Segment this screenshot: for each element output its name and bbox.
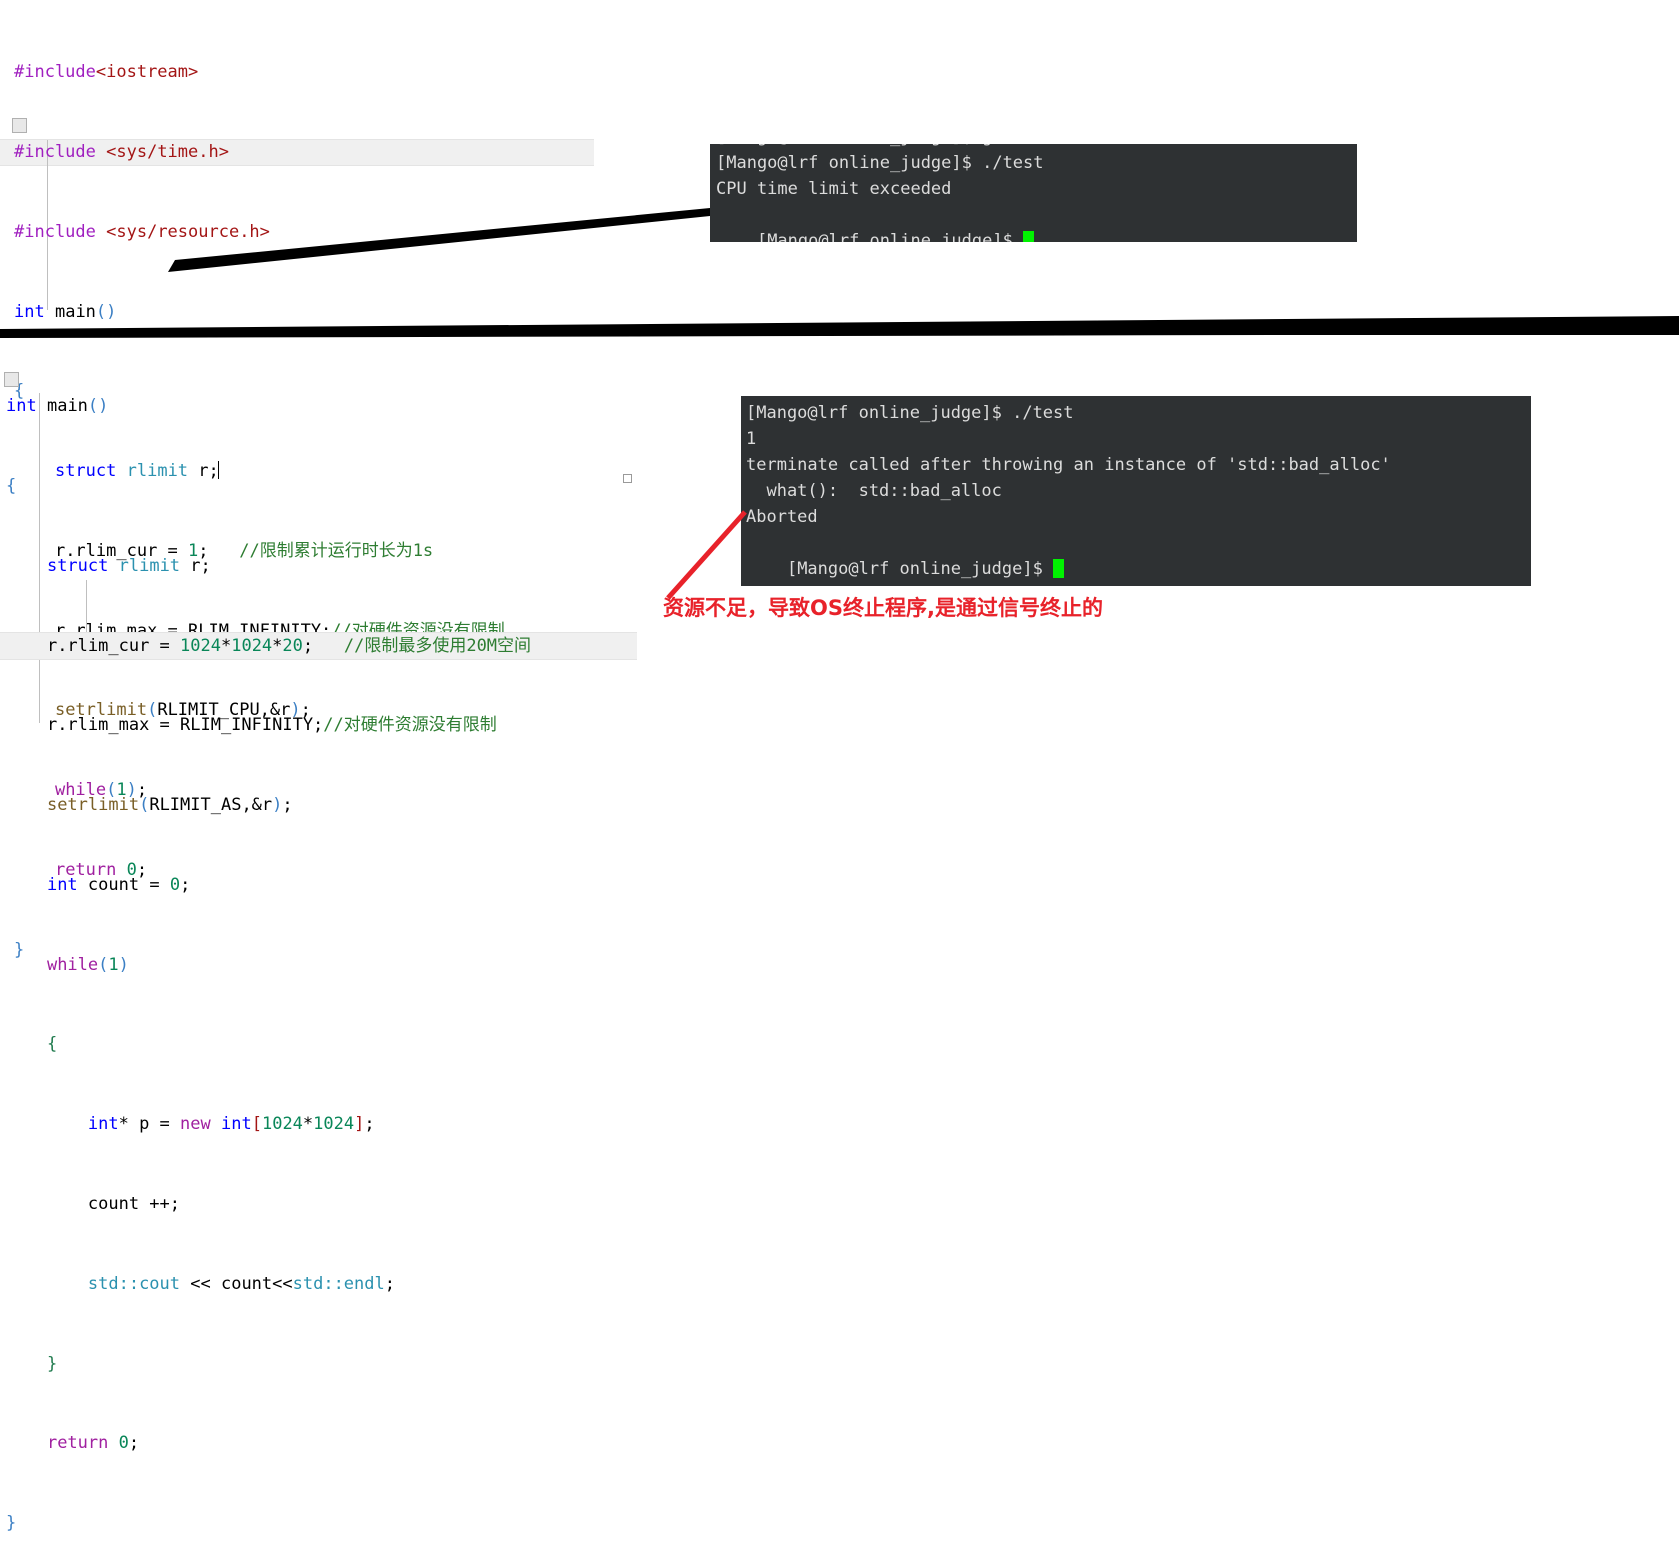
terminal-cursor-bottom: [1053, 559, 1065, 578]
code-line-include-systime: #include <sys/time.h>: [14, 141, 229, 162]
code-line-count-increment: count ++;: [87, 1194, 181, 1214]
code-line-close-brace-inner: }: [46, 1353, 58, 1374]
code-line-count-decl: int count = 0;: [46, 874, 191, 895]
code-editor-bottom[interactable]: int main() { struct rlimit r; r.rlim_cur…: [6, 340, 706, 1552]
terminal-bottom-prompt: [Mango@lrf online_judge]$: [786, 559, 1054, 579]
code-line-struct-decl-2: struct rlimit r;: [46, 555, 211, 576]
terminal-top-prompt: [Mango@lrf online_judge]$: [756, 231, 1024, 242]
code-line-include-iostream: #include<iostream>: [14, 62, 199, 83]
code-line-close-brace-2: }: [6, 1513, 17, 1534]
code-line-while-2: while(1): [46, 954, 129, 975]
terminal-bottom-line-what: what(): std::bad_alloc: [746, 481, 1002, 501]
terminal-top-line-msg: CPU time limit exceeded: [716, 179, 952, 199]
inline-marker-icon: [623, 474, 632, 483]
terminal-top-prompt-row: [Mango@lrf online_judge]$: [716, 202, 1035, 242]
terminal-window-top[interactable]: [Mango@lrf online_judge]$ g++ [Mango@lrf…: [710, 144, 1357, 242]
red-annotation-text: 资源不足，导致OS终止程序,是通过信号终止的: [663, 596, 1103, 620]
terminal-top-line-run: [Mango@lrf online_judge]$ ./test: [716, 153, 1044, 173]
code-line-rlim-cur-2: r.rlim_cur = 1024*1024*20; //限制最多使用20M空间: [46, 635, 532, 656]
code-line-open-brace-2: {: [6, 475, 17, 496]
code-line-rlim-max-2: r.rlim_max = RLIM_INFINITY;//对硬件资源没有限制: [46, 715, 497, 736]
code-line-cout: std::cout << count<<std::endl;: [87, 1273, 395, 1294]
code-line-new-alloc: int* p = new int[1024*1024];: [87, 1114, 375, 1135]
terminal-window-bottom[interactable]: [Mango@lrf online_judge]$ ./test 1 termi…: [741, 396, 1531, 586]
inline-comment-max-2: //对硬件资源没有限制: [323, 715, 497, 736]
code-line-main-signature: int main(): [14, 301, 117, 322]
code-line-include-sysresource: #include <sys/resource.h>: [14, 221, 270, 242]
terminal-cursor-top: [1023, 231, 1035, 242]
code-line-main-signature-2: int main(): [6, 396, 109, 417]
terminal-bottom-line-terminate: terminate called after throwing an insta…: [746, 455, 1391, 475]
code-line-setrlimit-2: setrlimit(RLIMIT_AS,&r);: [46, 795, 293, 816]
terminal-bottom-line-aborted: Aborted: [746, 507, 818, 527]
terminal-bottom-line-out1: 1: [746, 429, 757, 449]
terminal-bottom-line-run: [Mango@lrf online_judge]$ ./test: [746, 403, 1074, 423]
code-line-open-brace-inner: {: [46, 1034, 58, 1055]
inline-comment-cur-2: //限制最多使用20M空间: [343, 635, 532, 656]
code-line-return-2: return 0;: [46, 1433, 140, 1454]
terminal-bottom-prompt-row: [Mango@lrf online_judge]$: [746, 530, 1065, 586]
